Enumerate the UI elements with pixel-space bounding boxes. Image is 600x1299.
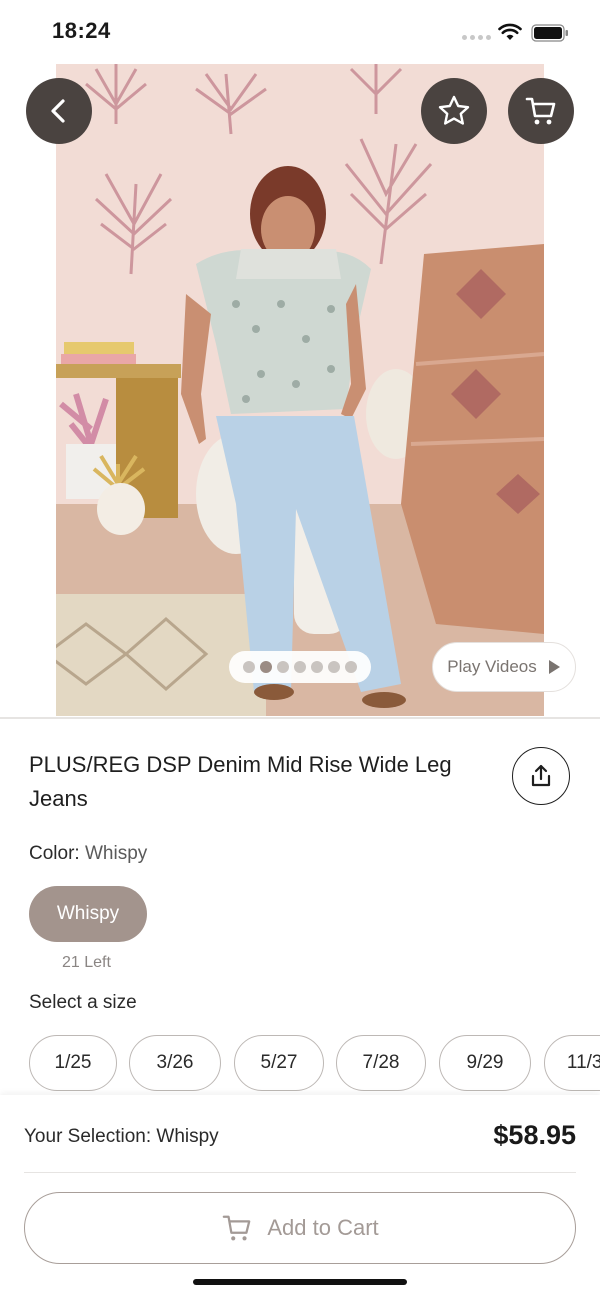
color-selected-value: Whispy	[84, 843, 148, 864]
image-pager[interactable]	[229, 651, 371, 683]
status-bar: 18:24	[0, 0, 600, 64]
size-option-label: 5/27	[260, 1052, 298, 1073]
size-option-label: 3/26	[156, 1052, 194, 1073]
size-option[interactable]: 1/25	[29, 1035, 117, 1091]
size-option[interactable]: 3/26	[129, 1035, 221, 1091]
home-indicator	[193, 1279, 407, 1285]
size-option-label: 9/29	[466, 1052, 504, 1073]
stock-count: 21 Left	[62, 954, 111, 971]
cart-icon	[223, 1215, 251, 1241]
wifi-icon	[498, 23, 522, 40]
chevron-left-icon	[51, 99, 65, 123]
play-videos-button[interactable]: Play Videos	[432, 642, 576, 692]
image-divider	[0, 717, 600, 719]
add-to-cart-button[interactable]: Add to Cart	[24, 1192, 576, 1264]
status-time: 18:24	[52, 18, 111, 43]
play-icon	[548, 660, 560, 674]
cart-icon	[525, 97, 556, 125]
color-label: Color: Whispy	[29, 843, 147, 865]
size-option[interactable]: 7/28	[336, 1035, 426, 1091]
size-option[interactable]: 11/30	[544, 1035, 600, 1091]
pager-dot[interactable]	[345, 661, 357, 673]
pager-dot[interactable]	[277, 661, 289, 673]
add-to-cart-label: Add to Cart	[267, 1215, 379, 1240]
size-options: 1/25 3/26 5/27 7/28 9/29 11/30	[29, 1035, 600, 1093]
battery-icon	[531, 24, 568, 42]
size-option[interactable]: 5/27	[234, 1035, 324, 1091]
star-icon	[438, 95, 470, 125]
product-title: PLUS/REG DSP Denim Mid Rise Wide Leg Jea…	[29, 752, 452, 811]
color-label-text: Color:	[29, 843, 80, 864]
play-videos-label: Play Videos	[447, 657, 537, 676]
share-button[interactable]	[512, 747, 570, 805]
cart-button[interactable]	[508, 78, 574, 144]
color-option-label: Whispy	[56, 903, 120, 924]
back-button[interactable]	[26, 78, 92, 144]
size-option-label: 7/28	[362, 1052, 400, 1073]
cellular-signal-icon	[462, 35, 491, 40]
size-option[interactable]: 9/29	[439, 1035, 531, 1091]
pager-dot[interactable]	[260, 661, 272, 673]
size-option-label: 1/25	[54, 1052, 92, 1073]
color-option-whispy[interactable]: Whispy	[29, 886, 147, 942]
pager-dot[interactable]	[311, 661, 323, 673]
selection-summary: Your Selection: Whispy	[24, 1126, 219, 1147]
size-option-label: 11/30	[566, 1052, 600, 1073]
share-icon	[531, 764, 551, 787]
pager-dot[interactable]	[243, 661, 255, 673]
panel-divider	[24, 1172, 576, 1173]
price: $58.95	[493, 1120, 576, 1150]
pager-dot[interactable]	[328, 661, 340, 673]
size-label: Select a size	[29, 992, 137, 1013]
pager-dot[interactable]	[294, 661, 306, 673]
favorite-button[interactable]	[421, 78, 487, 144]
product-image[interactable]	[56, 64, 544, 716]
